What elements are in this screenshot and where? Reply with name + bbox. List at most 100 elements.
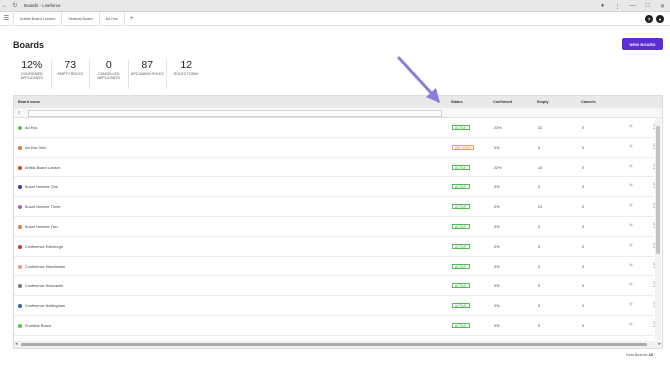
back-icon[interactable]: ← bbox=[0, 0, 10, 12]
star-icon[interactable]: ★ bbox=[628, 201, 634, 209]
star-icon[interactable]: ★ bbox=[628, 261, 634, 269]
column-status[interactable]: Status bbox=[451, 100, 463, 104]
stat-confirmed-applicants: 12% CONFIRMED APPLICANTS bbox=[13, 59, 52, 89]
vertical-scrollbar[interactable] bbox=[655, 118, 661, 340]
tab-ad-hoc[interactable]: Ad Hoc bbox=[100, 12, 125, 25]
star-icon[interactable]: ★ bbox=[628, 320, 634, 328]
table-row[interactable]: Conference Manchester ACTIVE 0% 0 0 ★ ⋮ bbox=[14, 257, 657, 277]
column-confirmed[interactable]: Confirmed bbox=[493, 100, 512, 104]
extensions-icon[interactable]: ♦ bbox=[595, 0, 610, 12]
star-icon[interactable]: ★ bbox=[628, 142, 634, 150]
minimize-icon[interactable]: — bbox=[625, 0, 640, 12]
new-board-button[interactable]: NEW BOARD bbox=[622, 38, 663, 50]
star-icon[interactable]: ★ bbox=[628, 122, 634, 130]
board-color-dot bbox=[18, 205, 22, 210]
board-name[interactable]: Artists Board London bbox=[25, 166, 60, 170]
table-row[interactable]: Board Number Two ACTIVE 0% 0 0 ★ ⋮ bbox=[14, 217, 657, 237]
table-row[interactable]: Conference Edinburgh ACTIVE 0% 0 0 ★ ⋮ bbox=[14, 237, 657, 257]
tab-musical-board[interactable]: Musical Board bbox=[62, 12, 100, 25]
more-vertical-icon[interactable]: ⋮ bbox=[610, 0, 625, 12]
horizontal-scrollbar[interactable]: ◂ ▸ bbox=[14, 341, 662, 348]
table-row[interactable]: Conference Nottingham ACTIVE 0% 0 0 ★ ⋮ bbox=[14, 296, 657, 316]
help-icon[interactable]: ? bbox=[645, 15, 653, 23]
table-row[interactable]: Board Number One ACTIVE 0% 0 0 ★ ⋮ bbox=[14, 177, 657, 198]
empty-value: 0 bbox=[538, 284, 541, 289]
board-name[interactable]: Board Number One bbox=[25, 185, 58, 189]
empty-value: 0 bbox=[538, 224, 541, 229]
stat-label: CANCELLED APPLICANTS bbox=[97, 72, 120, 81]
hamburger-menu-icon[interactable]: ☰ bbox=[0, 12, 14, 25]
table-row[interactable]: Frontline Board ACTIVE 0% 0 0 ★ ⋮ bbox=[14, 316, 657, 336]
cancels-value: 0 bbox=[582, 145, 585, 150]
empty-value: 0 bbox=[538, 264, 541, 269]
add-tab-icon[interactable]: + bbox=[125, 12, 139, 25]
board-name[interactable]: Frontline Board bbox=[25, 324, 51, 328]
board-name[interactable]: Board Number Three bbox=[25, 205, 61, 209]
status-badge: ARCHIVED bbox=[452, 144, 475, 150]
star-icon[interactable]: ★ bbox=[628, 162, 634, 170]
cancels-value: 0 bbox=[582, 264, 585, 269]
refresh-icon[interactable]: ↻ bbox=[10, 0, 20, 12]
table-row[interactable]: Conference Newcastle ACTIVE 0% 0 0 ★ ⋮ bbox=[14, 276, 657, 297]
board-name[interactable]: Board Number Two bbox=[25, 225, 58, 229]
board-name[interactable]: Ad Hoc Jello bbox=[25, 146, 46, 150]
scroll-left-icon[interactable]: ◂ bbox=[15, 341, 18, 347]
confirmed-value: 23% bbox=[494, 126, 502, 130]
user-avatar-icon[interactable]: ● bbox=[656, 15, 664, 23]
board-color-dot bbox=[18, 165, 22, 170]
status-badge: ACTIVE bbox=[452, 243, 470, 249]
column-empty[interactable]: Empty bbox=[537, 100, 549, 104]
stat-value: 87 bbox=[141, 59, 154, 71]
star-icon[interactable]: ★ bbox=[628, 221, 634, 229]
stats-bar: 12% CONFIRMED APPLICANTS 73 EMPTY ROLES … bbox=[13, 59, 206, 89]
column-board-name[interactable]: Board name bbox=[18, 100, 40, 104]
board-name[interactable]: Conference Edinburgh bbox=[25, 245, 63, 249]
stat-value: 12 bbox=[180, 59, 193, 71]
horizontal-scroll-thumb[interactable] bbox=[21, 343, 647, 346]
status-badge: ACTIVE bbox=[452, 223, 470, 229]
stat-label: UPCOMING ROLES bbox=[130, 72, 164, 76]
confirmed-value: 0% bbox=[494, 185, 500, 190]
filter-icon: ▿ bbox=[18, 110, 21, 115]
board-color-dot bbox=[18, 323, 22, 328]
confirmed-value: 0% bbox=[494, 224, 500, 229]
table-row[interactable]: Artists Board London ACTIVE 22% 14 0 ★ ⋮ bbox=[14, 158, 657, 178]
board-name[interactable]: Conference Manchester bbox=[25, 265, 66, 269]
board-color-dot bbox=[18, 224, 22, 229]
cancels-value: 0 bbox=[582, 284, 585, 289]
table-row[interactable]: Ad Hoc ACTIVE 23% 22 0 ★ ⋮ bbox=[14, 118, 657, 138]
stat-value: 0 bbox=[105, 59, 112, 71]
column-cancels[interactable]: Cancels bbox=[581, 100, 596, 104]
stat-empty-roles: 73 EMPTY ROLES bbox=[52, 59, 90, 89]
board-name[interactable]: Conference Nottingham bbox=[25, 304, 65, 308]
maximize-icon[interactable]: □ bbox=[640, 0, 655, 12]
cancels-value: 0 bbox=[582, 126, 585, 130]
scroll-right-icon[interactable]: ▸ bbox=[658, 341, 661, 347]
status-badge: ACTIVE bbox=[452, 303, 470, 309]
tab-artists-board-london[interactable]: Artists Board London bbox=[14, 12, 63, 25]
table-row[interactable]: Ad Hoc Jello ARCHIVED 0% 0 0 ★ ⋮ bbox=[14, 138, 657, 158]
total-boards-label: Total Boards: bbox=[625, 353, 648, 357]
board-name[interactable]: Conference Newcastle bbox=[25, 284, 63, 288]
cancels-value: 0 bbox=[582, 185, 585, 190]
stat-upcoming-roles: 87 UPCOMING ROLES bbox=[129, 59, 167, 89]
status-badge: ACTIVE bbox=[452, 322, 470, 328]
confirmed-value: 22% bbox=[494, 165, 502, 170]
confirmed-value: 0% bbox=[494, 244, 500, 249]
vertical-scroll-thumb[interactable] bbox=[656, 126, 660, 254]
table-row[interactable]: Board Number Three ACTIVE 0% 24 0 ★ ⋮ bbox=[14, 197, 657, 217]
star-icon[interactable]: ★ bbox=[628, 300, 634, 308]
star-icon[interactable]: ★ bbox=[628, 241, 634, 249]
stat-value: 12% bbox=[21, 59, 43, 71]
board-name[interactable]: Ad Hoc bbox=[25, 126, 37, 130]
close-icon[interactable]: ✕ bbox=[655, 0, 670, 12]
board-color-dot bbox=[18, 284, 22, 289]
board-name-filter-input[interactable] bbox=[28, 109, 442, 117]
stat-roles-today: 12 ROLES TODAY bbox=[167, 59, 206, 89]
empty-value: 24 bbox=[538, 205, 543, 210]
star-icon[interactable]: ★ bbox=[628, 181, 634, 189]
status-badge: ACTIVE bbox=[452, 283, 470, 289]
confirmed-value: 0% bbox=[494, 304, 500, 309]
window-titlebar: ← ↻ Boards - Liveforce ♦ ⋮ — □ ✕ bbox=[0, 0, 670, 12]
star-icon[interactable]: ★ bbox=[628, 280, 634, 288]
